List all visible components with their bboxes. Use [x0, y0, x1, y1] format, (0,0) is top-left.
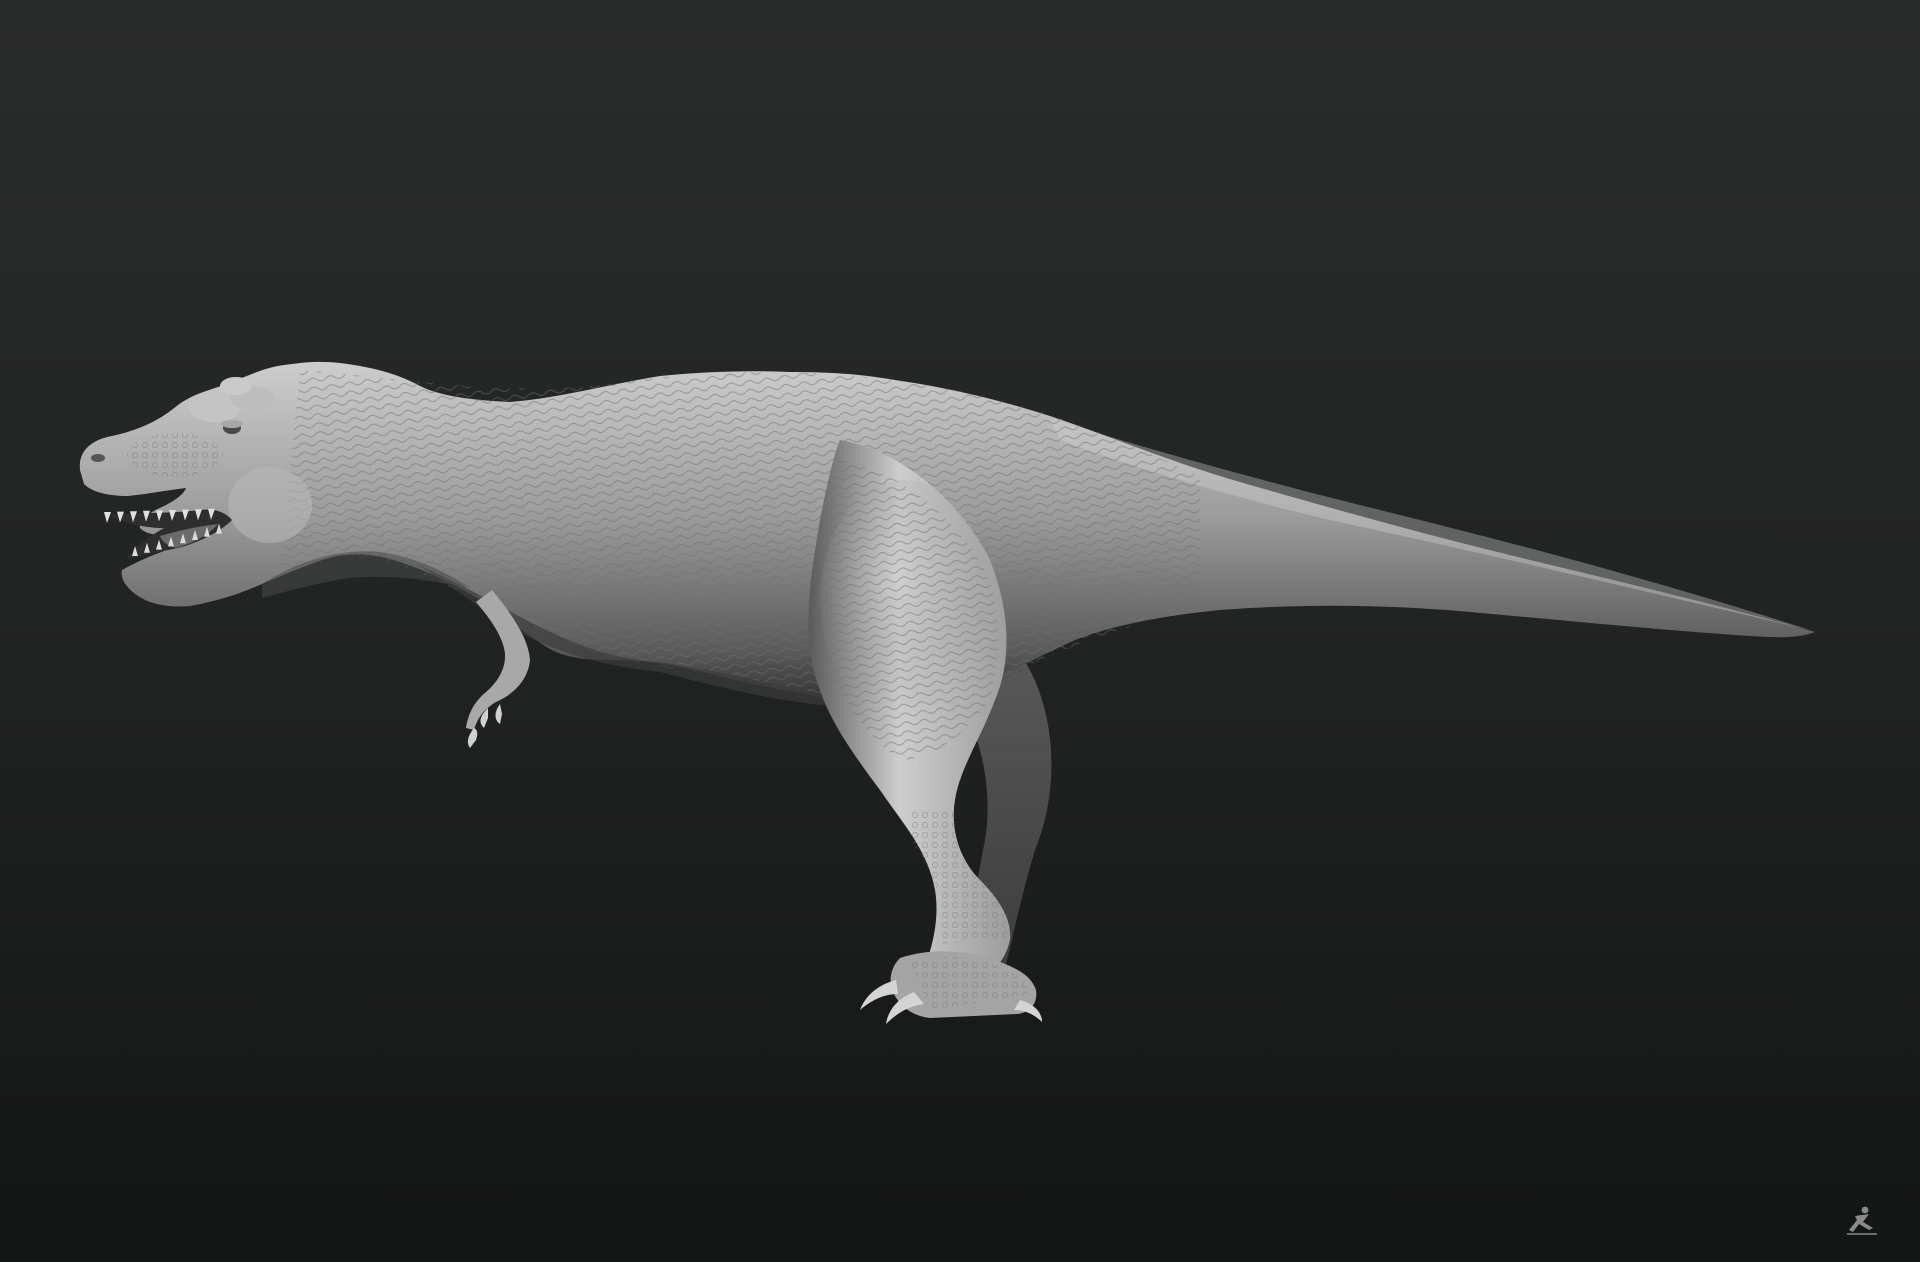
- nostril: [91, 454, 105, 462]
- render-canvas: [0, 0, 1920, 1262]
- jaw-muscle: [228, 467, 312, 543]
- skull-texture: [127, 433, 223, 477]
- horn-boss: [220, 377, 252, 395]
- render-viewport: [0, 0, 1920, 1262]
- eye-lid: [221, 420, 243, 428]
